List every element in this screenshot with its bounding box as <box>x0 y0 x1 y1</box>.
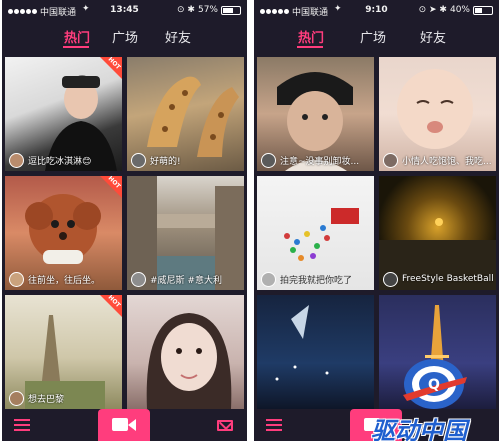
video-card[interactable] <box>257 295 374 409</box>
tab-square[interactable]: 广场 <box>112 27 138 46</box>
avatar[interactable] <box>383 271 398 287</box>
tab-friends[interactable]: 好友 <box>165 27 191 46</box>
bottom-bar <box>2 409 247 441</box>
battery-icon <box>221 5 241 15</box>
video-card[interactable]: 注意~没事别卸妆... <box>257 57 374 171</box>
card-caption: #威尼斯 #意大利 <box>150 275 222 286</box>
card-caption-bar: 拍完我就把你吃了 <box>257 268 374 290</box>
tab-hot[interactable]: 热门 <box>298 27 324 46</box>
watermark-logo: Q <box>403 359 467 409</box>
card-caption: 好萌的! <box>150 156 181 167</box>
video-card[interactable]: 好萌的! <box>127 57 244 171</box>
card-caption: 往前坐，往后坐。 <box>28 275 101 286</box>
right-phone-screen: 中国联通 ✦ 9:10 ⊙ ➤ ✱ 40% 热门 广场 好友 注意~没事别卸妆.… <box>254 0 499 441</box>
avatar[interactable] <box>131 152 146 168</box>
card-caption: 逗比吃冰淇淋😊 <box>28 156 92 167</box>
watermark-text: 驱动中国 <box>371 417 467 441</box>
card-caption-bar: #威尼斯 #意大利 <box>127 268 244 290</box>
avatar[interactable] <box>9 271 24 287</box>
feed-tabs: 热门 广场 好友 <box>2 24 247 54</box>
video-camera-icon <box>112 418 128 431</box>
card-caption-bar: 往前坐，往后坐。 <box>5 268 122 290</box>
svg-text:Q: Q <box>428 377 440 393</box>
tab-hot[interactable]: 热门 <box>64 27 90 46</box>
avatar[interactable] <box>383 152 398 168</box>
card-caption: 想去巴黎 <box>28 394 65 405</box>
video-card[interactable]: 小情人吃饱饱、我吃... <box>379 57 496 171</box>
video-card[interactable]: HOT 想去巴黎 <box>5 295 122 409</box>
avatar[interactable] <box>9 390 24 406</box>
video-card[interactable]: FreeStyle BasketBall <box>379 176 496 290</box>
battery-percent: 40% <box>449 5 470 15</box>
avatar[interactable] <box>261 271 276 287</box>
card-caption-bar: 想去巴黎 <box>5 387 122 409</box>
status-bar: 中国联通 ✦ 13:45 ⊙ ✱ 57% <box>2 0 247 22</box>
alarm-icon: ⊙ ➤ ✱ <box>418 5 447 15</box>
card-caption: 注意~没事别卸妆... <box>280 156 360 167</box>
feed-tabs: 热门 广场 好友 <box>254 24 499 54</box>
video-thumbnail <box>146 313 232 409</box>
tab-square[interactable]: 广场 <box>360 27 386 46</box>
avatar[interactable] <box>131 271 146 287</box>
video-card[interactable]: HOT 逗比吃冰淇淋😊 <box>5 57 122 171</box>
avatar[interactable] <box>261 152 276 168</box>
record-video-button[interactable] <box>98 409 150 441</box>
card-caption: FreeStyle BasketBall <box>402 274 494 284</box>
video-card[interactable]: 拍完我就把你吃了 <box>257 176 374 290</box>
card-caption: 小情人吃饱饱、我吃... <box>402 156 492 167</box>
video-card[interactable]: HOT 往前坐，往后坐。 <box>5 176 122 290</box>
mail-icon[interactable] <box>217 420 233 431</box>
active-tab-indicator <box>297 46 323 48</box>
card-caption-bar: 小情人吃饱饱、我吃... <box>379 149 496 171</box>
active-tab-indicator <box>63 46 89 48</box>
card-caption-bar: FreeStyle BasketBall <box>379 268 496 290</box>
battery-percent: 57% <box>197 5 218 15</box>
status-bar: 中国联通 ✦ 9:10 ⊙ ➤ ✱ 40% <box>254 0 499 22</box>
battery-icon <box>473 5 493 15</box>
left-phone-screen: 中国联通 ✦ 13:45 ⊙ ✱ 57% 热门 广场 好友 HOT 逗比吃冰淇淋 <box>2 0 247 441</box>
watermark: Q 驱动中国 <box>369 355 499 441</box>
card-caption-bar: 逗比吃冰淇淋😊 <box>5 149 122 171</box>
card-caption: 拍完我就把你吃了 <box>280 275 353 286</box>
avatar[interactable] <box>9 152 24 168</box>
video-thumbnail <box>275 305 329 381</box>
video-card[interactable] <box>127 295 244 409</box>
alarm-icon: ⊙ ✱ <box>177 5 195 15</box>
tab-friends[interactable]: 好友 <box>420 27 446 46</box>
menu-icon[interactable] <box>14 419 30 431</box>
video-card[interactable]: #威尼斯 #意大利 <box>127 176 244 290</box>
menu-icon[interactable] <box>266 419 282 431</box>
card-caption-bar: 好萌的! <box>127 149 244 171</box>
card-caption-bar: 注意~没事别卸妆... <box>257 149 374 171</box>
